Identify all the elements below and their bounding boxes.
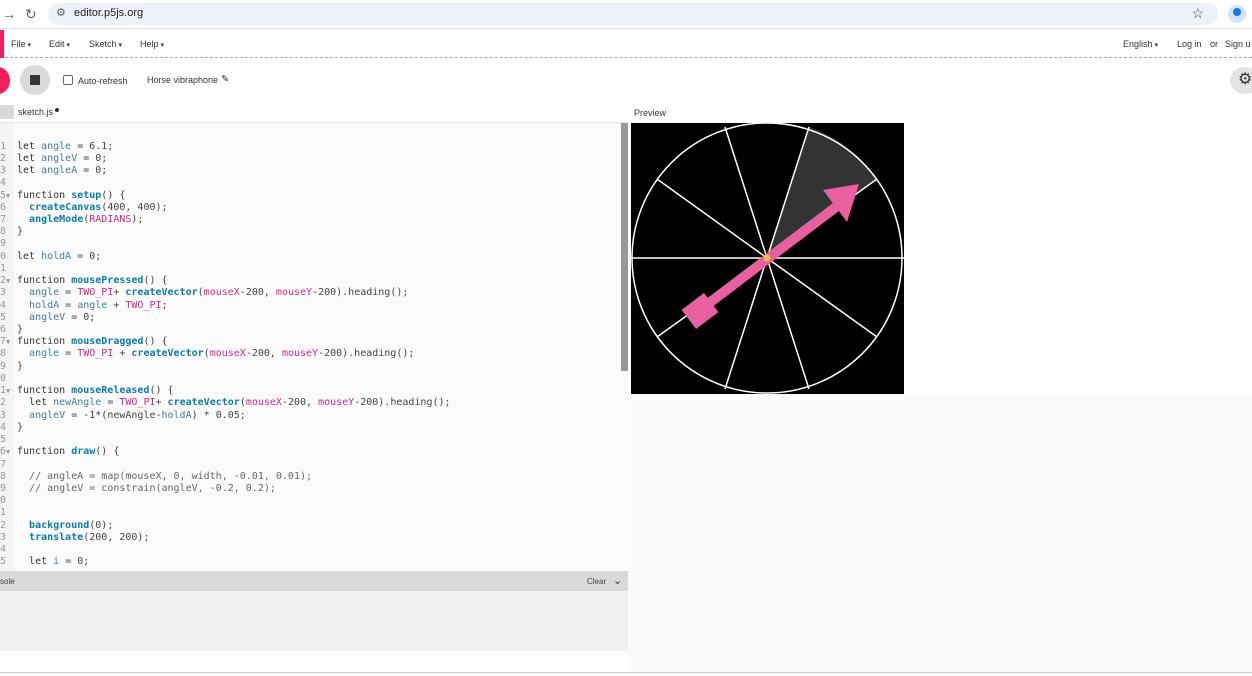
code-line: 3 translate(200, 200);: [0, 532, 150, 543]
divider: [0, 672, 1252, 673]
chevron-down-icon: ▾: [160, 42, 165, 49]
menubar: File ▾ Edit ▾ Sketch ▾ Help ▾ English ▾ Log i…: [0, 30, 1252, 58]
editor-scrollbar[interactable]: [621, 123, 628, 371]
code-line: 7: [0, 459, 7, 470]
code-line: 5 angleV = 0;: [0, 312, 96, 323]
sketch-drawing: [631, 122, 904, 394]
unsaved-indicator: [55, 108, 59, 112]
menu-file[interactable]: File ▾: [11, 39, 31, 49]
code-line: 1 let angle = 6.1;: [0, 141, 114, 152]
code-editor[interactable]: 1 let angle = 6.1; 2 let angleV = 0; 3 l…: [0, 122, 628, 571]
code-line: 2▼ function mousePressed() {: [0, 275, 168, 286]
code-line: 8 }: [0, 226, 24, 237]
url-text: editor.p5js.org: [74, 7, 144, 19]
login-link[interactable]: Log in: [1177, 39, 1202, 49]
address-bar[interactable]: ⚙ editor.p5js.org ☆: [48, 3, 1218, 25]
code-line: 5: [0, 434, 7, 445]
preview-label: Preview: [634, 108, 667, 118]
code-line: 0: [0, 373, 7, 384]
menu-sketch[interactable]: Sketch ▾: [89, 39, 122, 49]
code-line: 0 let holdA = 0;: [0, 251, 102, 262]
chevron-down-icon[interactable]: ⌄: [613, 574, 622, 587]
code-line: 4 }: [0, 422, 24, 433]
code-line: 6 createCanvas(400, 400);: [0, 202, 168, 213]
p5-logo[interactable]: [0, 30, 4, 58]
code-line: 3 let angleA = 0;: [0, 165, 108, 176]
code-line: 1: [0, 507, 7, 518]
code-line: 3 angle = TWO_PI+ createVector(mouseX-20…: [0, 287, 409, 298]
menu-help[interactable]: Help ▾: [140, 39, 164, 49]
code-line: 9: [0, 238, 7, 249]
code-line: 2 let angleV = 0;: [0, 153, 108, 164]
center-dot: [763, 254, 771, 262]
code-line: 6 }: [0, 324, 24, 335]
file-tab[interactable]: sketch.js: [18, 107, 53, 117]
stop-button[interactable]: [20, 65, 50, 95]
profile-icon[interactable]: [1228, 5, 1246, 23]
code-line: 5▼ function setup() {: [0, 190, 126, 201]
code-line: 7▼ function mouseDragged() {: [0, 336, 168, 347]
browser-toolbar: → ↻ ⚙ editor.p5js.org ☆: [0, 0, 1252, 29]
pencil-icon[interactable]: ✎: [221, 74, 229, 85]
signup-link[interactable]: Sign u: [1225, 39, 1251, 49]
console-output: [0, 591, 628, 651]
star-icon[interactable]: ☆: [1191, 5, 1204, 22]
toolbar: Auto-refresh Horse vibraphone ✎ ⚙: [0, 59, 1252, 102]
chevron-down-icon: ▾: [27, 42, 32, 49]
chevron-down-icon: ▾: [66, 42, 71, 49]
code-line: 5 let i = 0;: [0, 556, 90, 567]
preview-pane-background: [628, 394, 1252, 672]
settings-button[interactable]: ⚙: [1230, 67, 1252, 94]
code-line: 3 angleV = -1*(newAngle-holdA) * 0.05;: [0, 410, 246, 421]
language-menu[interactable]: English ▾: [1123, 39, 1158, 49]
code-line: 2 let newAngle = TWO_PI+ createVector(mo…: [0, 397, 451, 408]
reload-icon[interactable]: ↻: [25, 6, 37, 22]
code-line: 1▼ function mouseReleased() {: [0, 385, 174, 396]
code-line: 8 angle = TWO_PI + createVector(mouseX-2…: [0, 348, 415, 359]
code-line: 0: [0, 495, 7, 506]
play-button[interactable]: [0, 67, 10, 94]
code-line: 2 background(0);: [0, 520, 114, 531]
chevron-down-icon: ▾: [118, 42, 123, 49]
code-line: 4: [0, 544, 7, 555]
sketch-name[interactable]: Horse vibraphone: [147, 75, 218, 85]
code-line: 9 // angleV = constrain(angleV, -0.2, 0.…: [0, 483, 276, 494]
code-line: 8 // angleA = map(mouseX, 0, width, -0.0…: [0, 471, 313, 482]
code-line: 7 angleMode(RADIANS);: [0, 214, 144, 225]
code-line: 4: [0, 177, 7, 188]
code-line: 9 }: [0, 361, 24, 372]
menu-edit[interactable]: Edit ▾: [49, 39, 70, 49]
code-line: 6▼ function draw() {: [0, 446, 120, 457]
code-line: 4 holdA = angle + TWO_PI;: [0, 300, 168, 311]
preview-canvas[interactable]: [631, 122, 904, 394]
auto-refresh-checkbox[interactable]: [63, 75, 73, 85]
console-header: sole Clear ⌄: [0, 571, 628, 591]
or-text: or: [1210, 39, 1219, 49]
clear-console-button[interactable]: Clear: [587, 577, 606, 586]
gear-icon: ⚙: [1238, 71, 1252, 88]
site-info-icon[interactable]: ⚙: [56, 6, 66, 19]
auto-refresh-label: Auto-refresh: [78, 76, 128, 86]
forward-arrow-icon[interactable]: →: [2, 6, 16, 22]
console-title: sole: [0, 577, 15, 586]
sidebar-toggle[interactable]: [0, 105, 14, 119]
chevron-down-icon: ▾: [1154, 42, 1159, 49]
code-line: 1: [0, 263, 7, 274]
